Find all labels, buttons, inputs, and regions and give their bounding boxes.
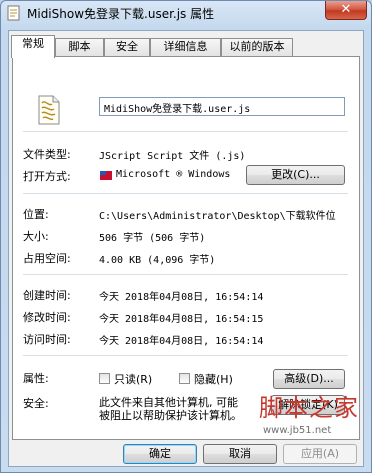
filename-value: MidiShow免登录下载.user.js [104,104,251,115]
size-label: 大小: [23,230,49,243]
properties-window: MidiShow免登录下载.user.js 属性 ✕ 常规 脚本 安全 详细信息… [0,0,372,473]
modified-label: 修改时间: [23,311,71,324]
tab-previous-versions[interactable]: 以前的版本 [221,38,293,56]
cancel-button[interactable]: 取消 [203,444,277,464]
open-with-value: Microsoft ® Windows [116,169,231,180]
change-button[interactable]: 更改(C)... [246,165,345,185]
accessed-value: 今天 2018年04月08日, 16:54:14 [99,336,264,347]
location-label: 位置: [23,208,49,221]
close-button[interactable]: ✕ [325,1,367,20]
advanced-button[interactable]: 高级(D)... [273,369,345,389]
script-file-large-icon [38,95,60,125]
location-value: C:\Users\Administrator\Desktop\下载软件位 [99,211,336,222]
tab-details[interactable]: 详细信息 [150,38,221,56]
size-on-disk-value: 4.00 KB (4,096 字节) [99,255,216,266]
file-type-value: JScript Script 文件 (.js) [99,151,246,162]
windows-host-icon [100,171,112,180]
filename-field[interactable]: MidiShow免登录下载.user.js [99,97,345,116]
created-label: 创建时间: [23,289,71,302]
divider [23,355,348,356]
ok-button[interactable]: 确定 [123,444,197,464]
apply-button[interactable]: 应用(A) [283,444,357,464]
security-label: 安全: [23,397,49,410]
readonly-checkbox[interactable] [99,373,110,384]
tab-security[interactable]: 安全 [104,38,150,56]
size-on-disk-label: 占用空间: [23,252,71,265]
created-value: 今天 2018年04月08日, 16:54:14 [99,292,264,303]
size-value: 506 字节 (506 字节) [99,233,206,244]
tab-script[interactable]: 脚本 [55,38,104,56]
readonly-checkbox-label[interactable]: 只读(R) [114,371,152,387]
divider [23,274,348,275]
divider [23,131,348,132]
divider [23,193,348,194]
hidden-checkbox-label[interactable]: 隐藏(H) [194,371,233,387]
script-file-icon [7,5,20,21]
tab-general[interactable]: 常规 [11,35,55,58]
modified-value: 今天 2018年04月08日, 16:54:15 [99,314,264,325]
general-panel: MidiShow免登录下载.user.js 文件类型: JScript Scri… [12,56,360,440]
watermark-brand: 脚本之家 [259,394,359,422]
watermark-url: www.jb51.net [263,425,332,436]
hidden-checkbox[interactable] [179,373,190,384]
attributes-label: 属性: [23,372,49,385]
accessed-label: 访问时间: [23,333,71,346]
security-text-line2: 被阻止以帮助保护该计算机。 [99,409,242,422]
close-icon: ✕ [340,2,352,17]
open-with-label: 打开方式: [23,170,71,183]
file-type-label: 文件类型: [23,148,71,161]
title-bar[interactable]: MidiShow免登录下载.user.js 属性 ✕ [1,1,371,25]
window-title: MidiShow免登录下载.user.js 属性 [27,7,215,21]
